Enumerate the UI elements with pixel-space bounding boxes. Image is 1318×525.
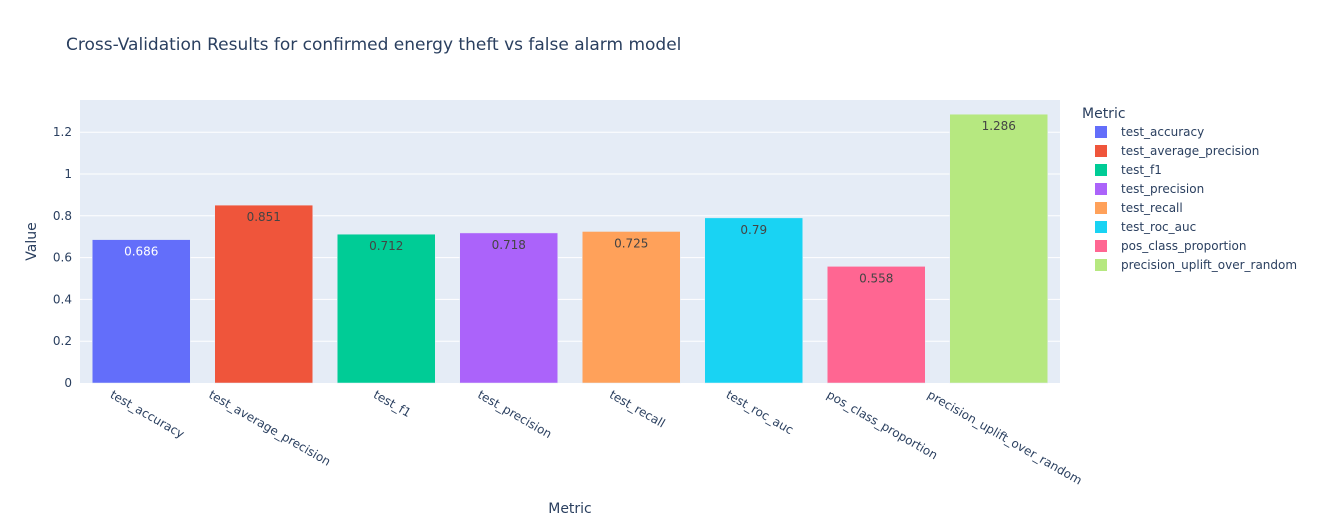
bar-value-label: 0.712 [369,239,403,253]
legend-item-test-average-precision[interactable]: test_average_precision [1121,144,1259,158]
chart-title: Cross-Validation Results for confirmed e… [66,35,681,55]
bar-chart: Cross-Validation Results for confirmed e… [0,0,1318,525]
legend-item-test-recall[interactable]: test_recall [1121,201,1183,215]
bar-value-label: 0.686 [124,245,158,259]
legend-item-precision-uplift-over-random[interactable]: precision_uplift_over_random [1121,258,1297,272]
bar-value-label: 0.725 [614,236,648,250]
legend-swatch [1095,183,1107,195]
legend-title: Metric [1082,106,1126,122]
y-tick-label: 0.4 [53,292,72,306]
legend-item-pos-class-proportion[interactable]: pos_class_proportion [1121,239,1247,253]
bar-value-label: 0.718 [492,238,526,252]
legend-swatch [1095,259,1107,271]
legend-swatch [1095,164,1107,176]
legend-swatch [1095,221,1107,233]
y-tick-label: 1.2 [53,125,72,139]
legend-swatch [1095,145,1107,157]
bar-test-roc-auc [704,217,803,384]
y-tick-label: 0.6 [53,251,72,265]
bar-test-f1 [337,233,436,384]
bar-test-precision [459,232,558,384]
bar-value-label: 1.286 [982,119,1016,133]
bar-precision-uplift-over-random [949,113,1048,384]
legend-item-test-f1[interactable]: test_f1 [1121,163,1162,177]
bar-value-label: 0.558 [859,271,893,285]
bar-test-accuracy [92,239,191,384]
legend-swatch [1095,126,1107,138]
bar-value-label: 0.79 [740,223,767,237]
x-axis-title: Metric [548,501,592,517]
bar-value-label: 0.851 [247,210,281,224]
y-axis-title: Value [24,222,40,260]
bar-test-average-precision [214,204,313,384]
legend-item-test-accuracy[interactable]: test_accuracy [1121,125,1204,139]
legend-swatch [1095,202,1107,214]
legend-item-test-roc-auc[interactable]: test_roc_auc [1121,220,1196,234]
y-tick-label: 0 [64,376,72,390]
bar-test-recall [582,231,681,384]
y-tick-label: 0.8 [53,209,72,223]
legend-item-test-precision[interactable]: test_precision [1121,182,1204,196]
y-tick-label: 1 [64,167,72,181]
y-tick-label: 0.2 [53,334,72,348]
legend-swatch [1095,240,1107,252]
